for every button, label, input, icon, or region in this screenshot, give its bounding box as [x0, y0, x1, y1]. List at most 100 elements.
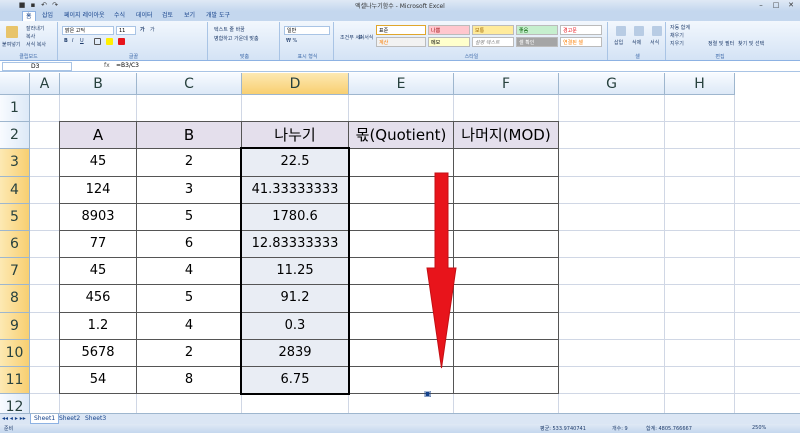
table-cell[interactable]: 45: [60, 149, 137, 177]
table-cell[interactable]: [349, 367, 454, 395]
table-header-cell[interactable]: B: [137, 122, 242, 150]
tab-insert[interactable]: 삽입: [42, 11, 53, 21]
table-cell[interactable]: 124: [60, 176, 137, 204]
table-cell[interactable]: 77: [60, 231, 137, 259]
insert-cells-button[interactable]: 삽입: [614, 39, 623, 46]
wrap-text-button[interactable]: 텍스트 줄 바꿈: [214, 26, 245, 33]
table-cell[interactable]: 45: [60, 258, 137, 286]
style-warning[interactable]: 경고문: [560, 25, 602, 35]
table-header-cell[interactable]: A: [60, 122, 137, 150]
tab-page-layout[interactable]: 페이지 레이아웃: [64, 11, 105, 21]
style-neutral[interactable]: 보통: [472, 25, 514, 35]
table-cell[interactable]: [349, 258, 454, 286]
sheet-tab-1[interactable]: Sheet1: [30, 414, 60, 424]
table-cell[interactable]: [349, 339, 454, 367]
table-cell[interactable]: 0.3: [242, 312, 349, 340]
table-cell[interactable]: 1.2: [60, 312, 137, 340]
style-good[interactable]: 좋음: [516, 25, 558, 35]
table-cell[interactable]: [454, 312, 559, 340]
table-cell[interactable]: 2: [137, 149, 242, 177]
format-painter-button[interactable]: 서식 복사: [26, 41, 46, 48]
tab-developer[interactable]: 개발 도구: [206, 11, 230, 21]
table-cell[interactable]: [454, 176, 559, 204]
row-header-9[interactable]: 9: [0, 312, 30, 340]
table-cell[interactable]: 3: [137, 176, 242, 204]
shrink-font-icon[interactable]: 가: [150, 26, 155, 33]
table-cell[interactable]: 4: [137, 312, 242, 340]
column-header-f[interactable]: F: [454, 73, 559, 95]
delete-cells-icon[interactable]: [634, 26, 644, 36]
sort-filter-button[interactable]: 정렬 및 필터: [708, 40, 734, 47]
select-all-corner[interactable]: [0, 73, 30, 95]
minimize-icon[interactable]: –: [754, 0, 768, 10]
sheet-nav-icon[interactable]: ◂◂ ◂ ▸ ▸▸: [2, 415, 26, 422]
table-cell[interactable]: 2: [137, 339, 242, 367]
table-cell[interactable]: [454, 149, 559, 177]
table-cell[interactable]: [454, 258, 559, 286]
row-header-8[interactable]: 8: [0, 285, 30, 313]
paste-icon[interactable]: [6, 26, 18, 38]
table-cell[interactable]: 6: [137, 231, 242, 259]
table-cell[interactable]: 5: [137, 285, 242, 313]
merge-center-button[interactable]: 병합하고 가운데 맞춤: [214, 35, 259, 42]
sheet-tab-2[interactable]: Sheet2: [56, 414, 83, 424]
column-header-h[interactable]: H: [665, 73, 735, 95]
close-icon[interactable]: ✕: [784, 0, 798, 10]
table-cell[interactable]: 4: [137, 258, 242, 286]
table-cell[interactable]: 5678: [60, 339, 137, 367]
table-cell[interactable]: [349, 231, 454, 259]
table-cell[interactable]: 6.75: [242, 367, 349, 395]
row-header-12[interactable]: 12: [0, 394, 30, 413]
table-cell[interactable]: [349, 176, 454, 204]
fill-color-icon[interactable]: [106, 38, 113, 45]
table-cell[interactable]: 12.83333333: [242, 231, 349, 259]
row-header-2[interactable]: 2: [0, 122, 30, 150]
tab-review[interactable]: 검토: [162, 11, 173, 21]
row-header-7[interactable]: 7: [0, 258, 30, 286]
table-cell[interactable]: [454, 339, 559, 367]
bold-icon[interactable]: B: [64, 38, 68, 44]
underline-icon[interactable]: U: [80, 38, 84, 44]
table-cell[interactable]: [349, 285, 454, 313]
find-select-button[interactable]: 찾기 및 선택: [738, 40, 764, 47]
row-header-1[interactable]: 1: [0, 95, 30, 123]
sheet-tab-3[interactable]: Sheet3: [82, 414, 109, 424]
column-header-g[interactable]: G: [559, 73, 665, 95]
table-cell[interactable]: 41.33333333: [242, 176, 349, 204]
paste-button[interactable]: 붙여넣기: [2, 41, 20, 48]
row-header-3[interactable]: 3: [0, 149, 30, 177]
column-header-d[interactable]: D: [242, 73, 349, 95]
formula-input[interactable]: =B3/C3: [116, 62, 139, 69]
table-cell[interactable]: [454, 285, 559, 313]
column-header-e[interactable]: E: [349, 73, 454, 95]
name-box[interactable]: D3: [2, 62, 72, 71]
autosum-button[interactable]: 자동 합계: [670, 24, 690, 31]
column-header-b[interactable]: B: [60, 73, 137, 95]
zoom-level[interactable]: 250%: [752, 425, 766, 431]
table-cell[interactable]: [454, 367, 559, 395]
delete-cells-button[interactable]: 삭제: [632, 39, 641, 46]
table-header-cell[interactable]: 나머지(MOD): [454, 122, 559, 150]
font-name-select[interactable]: 맑은 고딕: [62, 26, 114, 35]
insert-function-icon[interactable]: fx: [104, 62, 110, 69]
style-explanatory[interactable]: 설명 텍스트: [472, 37, 514, 47]
number-format-select[interactable]: 일반: [284, 26, 330, 35]
style-calculation[interactable]: 계산: [376, 37, 426, 47]
table-cell[interactable]: 8903: [60, 203, 137, 231]
paste-options-icon[interactable]: ▣: [424, 389, 432, 398]
table-header-cell[interactable]: 몫(Quotient): [349, 122, 454, 150]
table-header-cell[interactable]: 나누기: [242, 122, 349, 150]
row-header-10[interactable]: 10: [0, 339, 30, 367]
table-cell[interactable]: 54: [60, 367, 137, 395]
cut-button[interactable]: 잘라내기: [26, 25, 44, 32]
currency-icon[interactable]: ₩ %: [286, 38, 297, 44]
column-header-c[interactable]: C: [137, 73, 242, 95]
format-table-button[interactable]: 표 서식: [358, 34, 373, 41]
font-color-icon[interactable]: [118, 38, 125, 45]
table-cell[interactable]: 5: [137, 203, 242, 231]
style-normal[interactable]: 표준: [376, 25, 426, 35]
format-cells-button[interactable]: 서식: [650, 39, 659, 46]
tab-home[interactable]: 홈: [22, 11, 36, 21]
table-cell[interactable]: 11.25: [242, 258, 349, 286]
table-cell[interactable]: 8: [137, 367, 242, 395]
